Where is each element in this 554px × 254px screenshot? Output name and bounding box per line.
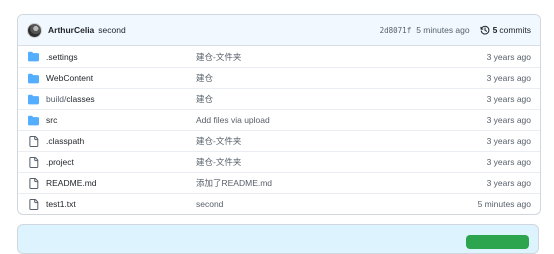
file-name-link[interactable]: .project: [46, 157, 74, 167]
file-name-link[interactable]: build/classes: [46, 94, 95, 104]
file-name-link[interactable]: WebContent: [46, 73, 93, 83]
file-commit-age: 5 minutes ago: [477, 199, 531, 209]
commit-author[interactable]: ArthurCelia: [48, 25, 94, 35]
commit-time[interactable]: 5 minutes ago: [416, 25, 469, 35]
commit-count-label: commits: [499, 25, 531, 35]
file-commit-age: 3 years ago: [486, 157, 531, 167]
commit-sha[interactable]: 2d8071f: [380, 26, 412, 35]
file-commit-message[interactable]: 建仓-文件夹: [196, 156, 241, 168]
file-commit-message[interactable]: Add files via upload: [196, 115, 270, 125]
author-avatar[interactable]: [27, 22, 42, 38]
file-row[interactable]: test1.txt second 5 minutes ago: [18, 193, 540, 214]
file-commit-message[interactable]: 建仓: [196, 72, 213, 84]
commit-count: 5: [492, 25, 498, 35]
commits-link[interactable]: 5 commits: [480, 25, 531, 35]
file-commit-age: 3 years ago: [486, 178, 531, 188]
file-name-link[interactable]: README.md: [46, 178, 97, 188]
file-name-link[interactable]: test1.txt: [46, 199, 76, 209]
file-commit-age: 3 years ago: [486, 136, 531, 146]
file-commit-message[interactable]: 建仓: [196, 93, 213, 105]
history-icon: [480, 25, 490, 35]
file-list: .settings 建仓-文件夹 3 years ago WebContent 建仓 3 …: [18, 46, 540, 214]
file-commit-age: 3 years ago: [486, 94, 531, 104]
green-action-button[interactable]: [466, 235, 529, 249]
file-row[interactable]: .settings 建仓-文件夹 3 years ago: [18, 46, 540, 67]
file-commit-message[interactable]: 建仓-文件夹: [196, 51, 241, 63]
readme-header: [17, 224, 539, 254]
file-browser: ArthurCelia second 2d8071f 5 minutes ago…: [17, 14, 541, 215]
file-row[interactable]: .classpath 建仓-文件夹 3 years ago: [18, 130, 540, 151]
file-commit-message[interactable]: 建仓-文件夹: [196, 135, 241, 147]
commit-message[interactable]: second: [98, 25, 125, 35]
file-row[interactable]: WebContent 建仓 3 years ago: [18, 67, 540, 88]
latest-commit-bar: ArthurCelia second 2d8071f 5 minutes ago…: [18, 15, 540, 46]
file-name-link[interactable]: src: [46, 115, 57, 125]
file-commit-message[interactable]: second: [196, 199, 223, 209]
file-commit-age: 3 years ago: [486, 51, 531, 62]
file-row[interactable]: README.md 添加了README.md 3 years ago: [18, 172, 540, 193]
file-commit-age: 3 years ago: [486, 115, 531, 125]
file-name-link[interactable]: .settings: [46, 52, 78, 62]
file-commit-age: 3 years ago: [486, 73, 531, 83]
file-commit-message[interactable]: 添加了README.md: [196, 177, 272, 189]
file-row[interactable]: .project 建仓-文件夹 3 years ago: [18, 151, 540, 172]
file-name-link[interactable]: .classpath: [46, 136, 84, 146]
file-row[interactable]: src Add files via upload 3 years ago: [18, 109, 540, 130]
file-row[interactable]: build/classes 建仓 3 years ago: [18, 88, 540, 109]
